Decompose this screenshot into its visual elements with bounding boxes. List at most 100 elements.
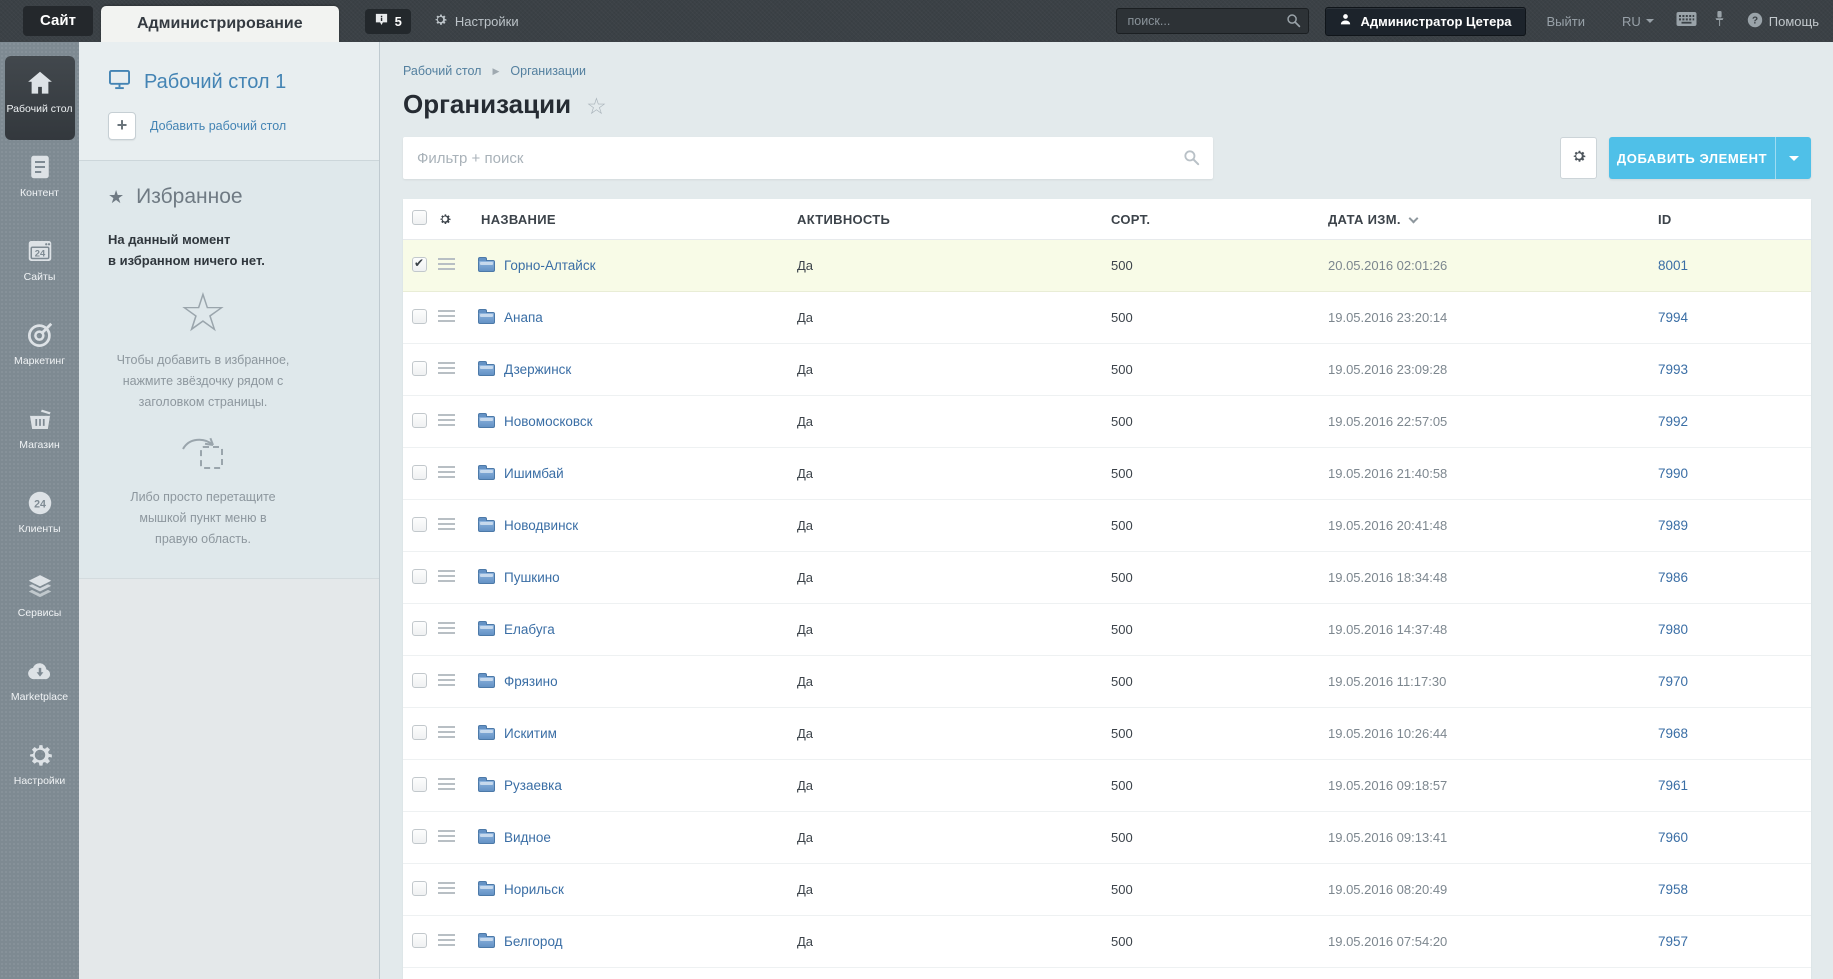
favorite-star-icon[interactable]: ☆ xyxy=(586,93,607,120)
row-id-link[interactable]: 7961 xyxy=(1658,778,1688,793)
logout-link[interactable]: Выйти xyxy=(1547,14,1586,29)
row-id-link[interactable]: 7986 xyxy=(1658,570,1688,585)
sidebar-item-marketing[interactable]: Маркетинг xyxy=(5,308,75,392)
row-checkbox[interactable] xyxy=(412,672,427,688)
add-element-button[interactable]: ДОБАВИТЬ ЭЛЕМЕНТ xyxy=(1609,137,1811,179)
folder-icon xyxy=(478,672,495,688)
column-header-modified[interactable]: ДАТА ИЗМ. xyxy=(1328,212,1658,227)
search-icon[interactable] xyxy=(1183,149,1200,166)
row-checkbox[interactable] xyxy=(412,620,427,636)
row-id-link[interactable]: 7992 xyxy=(1658,414,1688,429)
sidebar-item-services[interactable]: Сервисы xyxy=(5,560,75,644)
drag-handle-icon[interactable] xyxy=(438,518,455,530)
row-checkbox[interactable] xyxy=(412,516,427,532)
row-id-link[interactable]: 7960 xyxy=(1658,830,1688,845)
tab-site[interactable]: Сайт xyxy=(23,6,93,36)
row-checkbox[interactable] xyxy=(412,880,427,896)
topbar-search xyxy=(1116,8,1310,34)
breadcrumb-current[interactable]: Организации xyxy=(510,64,586,78)
row-name-link[interactable]: Дзержинск xyxy=(504,362,571,377)
drag-handle-icon[interactable] xyxy=(438,934,455,946)
drag-handle-icon[interactable] xyxy=(438,882,455,894)
topbar-settings-button[interactable]: Настройки xyxy=(433,12,519,30)
row-name-link[interactable]: Пушкино xyxy=(504,570,560,585)
row-name-link[interactable]: Видное xyxy=(504,830,551,845)
add-desktop-button[interactable]: + xyxy=(108,112,136,140)
select-all-checkbox[interactable] xyxy=(412,210,427,225)
row-id-link[interactable]: 7968 xyxy=(1658,726,1688,741)
row-id-link[interactable]: 7980 xyxy=(1658,622,1688,637)
keyboard-icon[interactable] xyxy=(1676,11,1697,32)
row-checkbox[interactable] xyxy=(412,412,427,428)
sidebar-item-sites[interactable]: 24 Сайты xyxy=(5,224,75,308)
row-checkbox[interactable] xyxy=(412,724,427,740)
row-name-link[interactable]: Елабуга xyxy=(504,622,555,637)
filter-input[interactable] xyxy=(403,137,1213,179)
browser-24-icon: 24 xyxy=(25,236,55,266)
drag-handle-icon[interactable] xyxy=(438,622,455,634)
language-switcher[interactable]: RU xyxy=(1622,14,1654,29)
row-sort-value: 500 xyxy=(1111,518,1133,533)
row-id-link[interactable]: 7990 xyxy=(1658,466,1688,481)
row-checkbox[interactable] xyxy=(412,308,427,324)
sidebar-item-settings[interactable]: Настройки xyxy=(5,728,75,812)
row-name-link[interactable]: Рузаевка xyxy=(504,778,562,793)
sidebar-item-desktop[interactable]: Рабочий стол xyxy=(4,56,75,140)
column-header-id[interactable]: ID xyxy=(1658,212,1811,227)
drag-handle-icon[interactable] xyxy=(438,778,455,790)
row-checkbox[interactable] xyxy=(412,776,427,792)
gear-icon xyxy=(25,740,55,770)
row-id-link[interactable]: 7989 xyxy=(1658,518,1688,533)
row-checkbox[interactable] xyxy=(412,464,427,480)
user-menu-button[interactable]: Администратор Цетера xyxy=(1325,6,1526,36)
column-header-active[interactable]: АКТИВНОСТЬ xyxy=(797,212,1111,227)
drag-handle-icon[interactable] xyxy=(438,414,455,426)
row-id-link[interactable]: 7970 xyxy=(1658,674,1688,689)
drag-handle-icon[interactable] xyxy=(438,570,455,582)
drag-handle-icon[interactable] xyxy=(438,310,455,322)
row-name-link[interactable]: Ишимбай xyxy=(504,466,564,481)
sidebar-item-content[interactable]: Контент xyxy=(5,140,75,224)
row-id-link[interactable]: 7993 xyxy=(1658,362,1688,377)
row-name-link[interactable]: Фрязино xyxy=(504,674,558,689)
row-checkbox[interactable] xyxy=(412,256,427,272)
row-id-link[interactable]: 7957 xyxy=(1658,934,1688,949)
drag-handle-icon[interactable] xyxy=(438,674,455,686)
drag-handle-icon[interactable] xyxy=(438,362,455,374)
add-element-dropdown[interactable] xyxy=(1775,137,1811,179)
sidebar-item-marketplace[interactable]: Marketplace xyxy=(5,644,75,728)
row-id-link[interactable]: 7994 xyxy=(1658,310,1688,325)
row-checkbox[interactable] xyxy=(412,828,427,844)
sidebar-item-shop[interactable]: Магазин xyxy=(5,392,75,476)
drag-handle-icon[interactable] xyxy=(438,258,455,270)
row-checkbox[interactable] xyxy=(412,360,427,376)
row-checkbox[interactable] xyxy=(412,932,427,948)
drag-handle-icon[interactable] xyxy=(438,830,455,842)
row-name-link[interactable]: Новомосковск xyxy=(504,414,593,429)
row-name-link[interactable]: Анапа xyxy=(504,310,543,325)
topbar-search-input[interactable] xyxy=(1116,8,1310,34)
notifications-badge[interactable]: 5 xyxy=(364,8,411,34)
search-icon[interactable] xyxy=(1286,13,1301,28)
drag-handle-icon[interactable] xyxy=(438,466,455,478)
row-id-link[interactable]: 8001 xyxy=(1658,258,1688,273)
grid-settings-button[interactable] xyxy=(1560,137,1597,179)
help-button[interactable]: ? Помощь xyxy=(1747,12,1819,31)
row-modified-value: 19.05.2016 21:40:58 xyxy=(1328,466,1448,481)
column-header-name[interactable]: НАЗВАНИЕ xyxy=(478,212,797,227)
row-id-link[interactable]: 7958 xyxy=(1658,882,1688,897)
breadcrumb-root[interactable]: Рабочий стол xyxy=(403,64,481,78)
add-desktop-link[interactable]: Добавить рабочий стол xyxy=(150,119,286,133)
sidebar-item-clients[interactable]: 24 Клиенты xyxy=(5,476,75,560)
row-checkbox[interactable] xyxy=(412,568,427,584)
row-name-link[interactable]: Новодвинск xyxy=(504,518,578,533)
header-gear-icon[interactable] xyxy=(438,212,478,226)
column-header-sort[interactable]: СОРТ. xyxy=(1111,212,1328,227)
drag-handle-icon[interactable] xyxy=(438,726,455,738)
tab-administration[interactable]: Администрирование xyxy=(100,6,339,42)
row-name-link[interactable]: Белгород xyxy=(504,934,563,949)
row-name-link[interactable]: Горно-Алтайск xyxy=(504,258,596,273)
row-name-link[interactable]: Норильск xyxy=(504,882,564,897)
row-name-link[interactable]: Искитим xyxy=(504,726,557,741)
pin-icon[interactable] xyxy=(1714,10,1725,32)
